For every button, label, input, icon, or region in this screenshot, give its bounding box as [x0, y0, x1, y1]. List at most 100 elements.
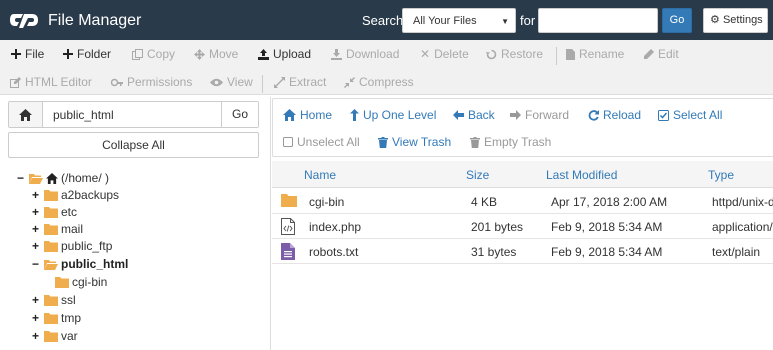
arrow-right-icon	[510, 110, 521, 120]
tree-item-a2backups[interactable]: + a2backups	[32, 186, 119, 204]
collapse-all-button[interactable]: Collapse All	[8, 132, 259, 158]
tree-item-label: mail	[61, 222, 84, 236]
folder-icon	[44, 223, 58, 235]
edit-button[interactable]: Edit	[643, 47, 679, 61]
expand-toggle[interactable]: +	[32, 311, 41, 325]
column-header-name[interactable]: Name	[304, 168, 336, 182]
file-size: 31 bytes	[471, 245, 517, 259]
close-icon: ✕	[420, 47, 431, 61]
tree-item-label: public_html	[61, 257, 129, 271]
expand-toggle[interactable]: +	[32, 205, 41, 219]
back-label: Back	[468, 108, 495, 122]
new-folder-button[interactable]: Folder	[63, 47, 111, 61]
file-type: httpd/unix-directory	[712, 195, 773, 209]
compress-button[interactable]: Compress	[344, 75, 414, 89]
extract-button[interactable]: Extract	[274, 75, 326, 89]
tree-item-cgi-bin[interactable]: cgi-bin	[55, 273, 107, 291]
folder-icon	[44, 312, 58, 324]
column-header-type[interactable]: Type	[708, 168, 734, 182]
expand-toggle[interactable]: +	[32, 329, 41, 343]
cpanel-logo-icon	[10, 14, 38, 28]
new-file-button[interactable]: File	[11, 47, 44, 61]
restore-button[interactable]: Restore	[486, 47, 543, 61]
path-input[interactable]: public_html	[53, 108, 114, 122]
upload-button[interactable]: Upload	[258, 47, 311, 61]
column-header-size[interactable]: Size	[466, 168, 489, 182]
download-button[interactable]: Download	[331, 47, 399, 61]
home-nav-button[interactable]: Home	[283, 108, 332, 122]
forward-button[interactable]: Forward	[510, 108, 569, 122]
table-row[interactable]: robots.txt 31 bytes Feb 9, 2018 5:34 AM …	[272, 239, 773, 264]
empty-trash-label: Empty Trash	[484, 135, 552, 149]
view-trash-button[interactable]: View Trash	[378, 135, 451, 149]
plus-icon	[11, 49, 21, 59]
file-icon	[566, 48, 575, 60]
download-icon	[331, 48, 342, 60]
search-scope-select[interactable]: All Your Files ▼	[402, 8, 516, 33]
file-type: application/x-httpd-php	[712, 220, 773, 234]
edit-label: Edit	[658, 47, 679, 61]
panel-divider	[270, 97, 271, 350]
tree-item-label: a2backups	[61, 188, 120, 202]
unselect-all-button[interactable]: Unselect All	[283, 135, 360, 149]
expand-toggle[interactable]: +	[32, 293, 41, 307]
path-bar: public_html Go	[8, 101, 259, 128]
html-editor-label: HTML Editor	[25, 75, 92, 89]
empty-trash-button[interactable]: Empty Trash	[470, 135, 551, 149]
folder-icon	[55, 276, 69, 288]
tree-item-mail[interactable]: + mail	[32, 220, 83, 238]
tree-item-label: public_ftp	[61, 239, 113, 253]
tree-item-var[interactable]: + var	[32, 327, 78, 345]
tree-item-etc[interactable]: + etc	[32, 203, 77, 221]
expand-toggle[interactable]: +	[32, 222, 41, 236]
move-label: Move	[209, 47, 239, 61]
path-go-button[interactable]: Go	[221, 102, 258, 127]
up-one-level-label: Up One Level	[363, 108, 437, 122]
folder-icon	[44, 206, 58, 218]
tree-item-home[interactable]: − (/home/ )	[17, 169, 109, 187]
html-editor-button[interactable]: HTML Editor	[10, 75, 92, 89]
select-all-button[interactable]: Select All	[658, 108, 722, 122]
file-modified: Feb 9, 2018 5:34 AM	[551, 220, 663, 234]
move-icon	[194, 48, 205, 60]
column-header-last-modified[interactable]: Last Modified	[546, 168, 617, 182]
edit-icon	[10, 76, 21, 88]
tree-item-public-ftp[interactable]: + public_ftp	[32, 237, 112, 255]
settings-button[interactable]: ⚙ Settings	[703, 8, 768, 33]
gear-icon: ⚙	[710, 14, 720, 26]
expand-toggle[interactable]: +	[32, 188, 41, 202]
home-nav-label: Home	[300, 108, 333, 122]
trash-icon	[470, 136, 480, 148]
restore-label: Restore	[501, 47, 544, 61]
view-trash-label: View Trash	[392, 135, 452, 149]
collapse-toggle[interactable]: −	[17, 171, 26, 185]
copy-button[interactable]: Copy	[132, 47, 175, 61]
delete-button[interactable]: ✕ Delete	[420, 47, 469, 61]
search-input[interactable]	[538, 8, 658, 33]
expand-toggle[interactable]: +	[32, 239, 41, 253]
rename-button[interactable]: Rename	[566, 47, 624, 61]
search-go-button[interactable]: Go	[662, 8, 692, 33]
checkbox-icon	[283, 137, 293, 147]
back-button[interactable]: Back	[453, 108, 495, 122]
reload-icon	[588, 109, 599, 121]
table-row[interactable]: cgi-bin 4 KB Apr 17, 2018 2:00 AM httpd/…	[272, 189, 773, 214]
move-button[interactable]: Move	[194, 47, 238, 61]
tree-item-ssl[interactable]: + ssl	[32, 291, 76, 309]
reload-button[interactable]: Reload	[588, 108, 641, 122]
select-all-label: Select All	[673, 108, 723, 122]
file-modified: Apr 17, 2018 2:00 AM	[551, 195, 668, 209]
new-file-label: File	[25, 47, 45, 61]
tree-item-public-html[interactable]: − public_html	[32, 255, 128, 273]
home-icon	[19, 108, 32, 121]
view-button[interactable]: View	[210, 75, 253, 89]
tree-item-tmp[interactable]: + tmp	[32, 309, 81, 327]
home-directory-button[interactable]	[9, 102, 43, 127]
table-row[interactable]: index.php 201 bytes Feb 9, 2018 5:34 AM …	[272, 214, 773, 239]
new-folder-label: Folder	[77, 47, 112, 61]
tree-item-label: etc	[61, 205, 78, 219]
compress-label: Compress	[359, 75, 414, 89]
collapse-toggle[interactable]: −	[32, 257, 41, 271]
up-one-level-button[interactable]: Up One Level	[350, 108, 436, 122]
permissions-button[interactable]: Permissions	[111, 75, 192, 89]
